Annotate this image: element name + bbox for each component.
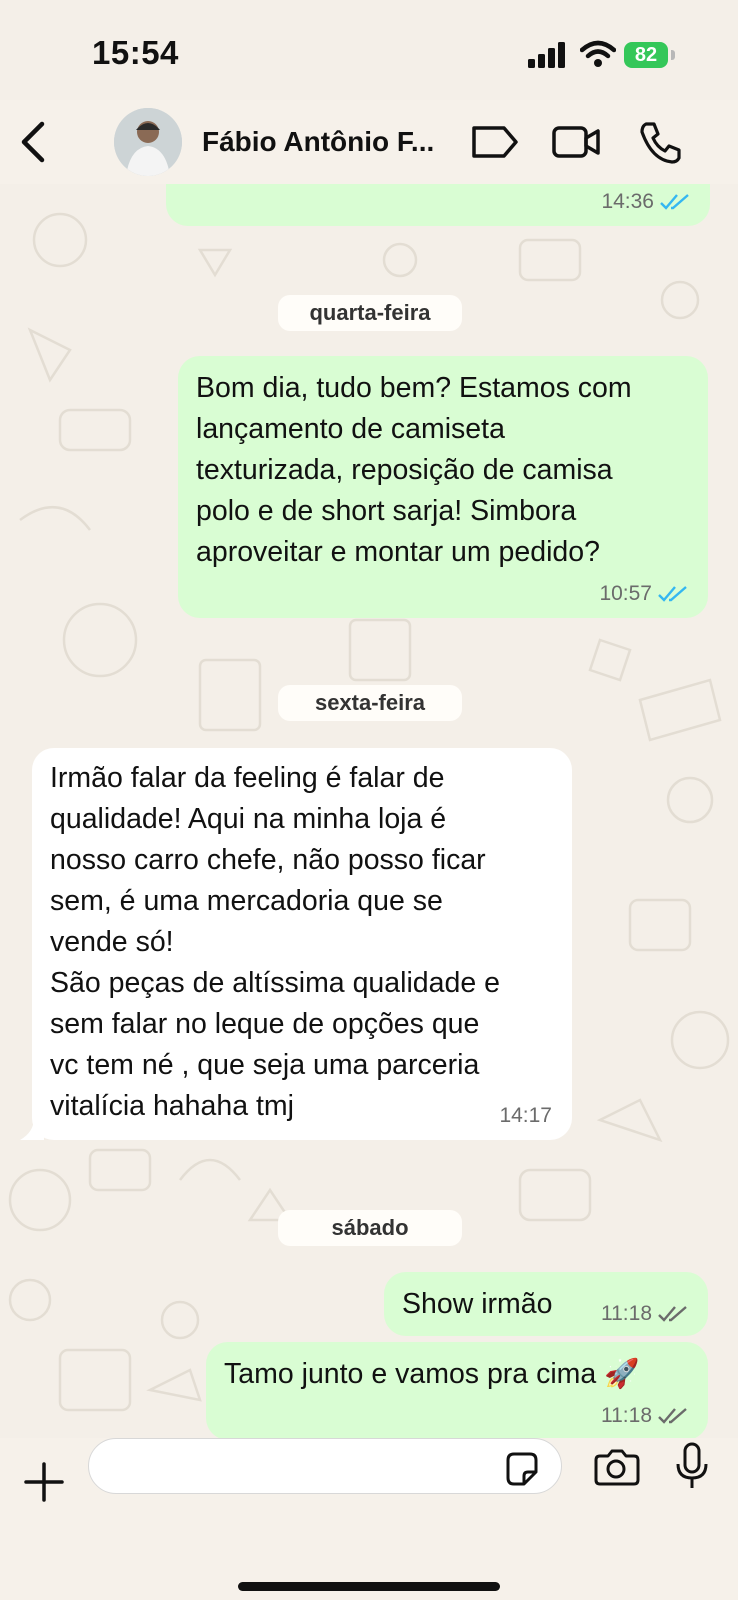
message-time: 14:36 xyxy=(601,190,654,213)
home-indicator[interactable] xyxy=(238,1582,500,1591)
camera-icon[interactable] xyxy=(592,1448,640,1488)
message-bubble-incoming[interactable]: Irmão falar da feeling é falar de qualid… xyxy=(32,748,572,1140)
microphone-icon[interactable] xyxy=(674,1442,710,1492)
message-bubble-outgoing[interactable]: Show irmão 11:18 xyxy=(384,1272,708,1336)
message-bubble-outgoing[interactable]: Tamo junto e vamos pra cima 🚀 11:18 xyxy=(206,1342,708,1440)
avatar[interactable] xyxy=(114,108,182,176)
double-check-delivered-icon xyxy=(658,1408,687,1424)
label-tag-icon[interactable] xyxy=(470,120,520,164)
date-separator: quarta-feira xyxy=(278,295,462,331)
date-separator: sexta-feira xyxy=(278,685,462,721)
chat-header: Fábio Antônio F... xyxy=(0,100,738,184)
message-meta: 14:36 xyxy=(601,190,690,214)
phone-icon[interactable] xyxy=(636,120,686,164)
battery-tip xyxy=(671,50,675,60)
date-label: sábado xyxy=(331,1215,409,1240)
message-time: 10:57 xyxy=(599,582,652,605)
status-time: 15:54 xyxy=(92,34,179,71)
message-time: 11:18 xyxy=(601,1404,652,1427)
message-input-bar xyxy=(0,1438,738,1600)
video-camera-icon[interactable] xyxy=(552,120,602,164)
message-meta: 10:57 xyxy=(599,582,688,606)
message-meta: 11:18 xyxy=(601,1404,688,1428)
date-separator: sábado xyxy=(278,1210,462,1246)
message-time: 14:17 xyxy=(499,1104,552,1127)
contact-name[interactable]: Fábio Antônio F... xyxy=(202,126,452,158)
message-meta: 14:17 xyxy=(499,1104,552,1128)
date-label: sexta-feira xyxy=(314,690,426,715)
sticker-icon[interactable] xyxy=(502,1450,542,1490)
double-check-read-icon xyxy=(658,586,687,602)
chevron-left-icon[interactable] xyxy=(14,116,54,168)
wifi-icon xyxy=(580,40,616,67)
battery-level: 82 xyxy=(634,43,658,66)
date-label: quarta-feira xyxy=(309,300,431,325)
avatar-photo xyxy=(114,108,182,176)
double-check-read-icon xyxy=(660,194,689,210)
message-text: Bom dia, tudo bem? Estamos com lançament… xyxy=(196,372,632,568)
message-text: Irmão falar da feeling é falar de qualid… xyxy=(50,762,500,1122)
message-text: Tamo junto e vamos pra cima 🚀 xyxy=(224,1358,640,1390)
status-bar: 15:54 82 xyxy=(0,0,738,100)
message-time: 11:18 xyxy=(601,1302,652,1325)
double-check-delivered-icon xyxy=(658,1306,687,1322)
cellular-signal-icon xyxy=(528,42,565,68)
message-meta: 11:18 xyxy=(601,1302,688,1326)
battery-charging-icon: 82 xyxy=(624,42,668,68)
message-input[interactable] xyxy=(88,1438,562,1494)
message-bubble-outgoing[interactable]: Bom dia, tudo bem? Estamos com lançament… xyxy=(178,356,708,618)
plus-icon[interactable] xyxy=(22,1460,66,1504)
